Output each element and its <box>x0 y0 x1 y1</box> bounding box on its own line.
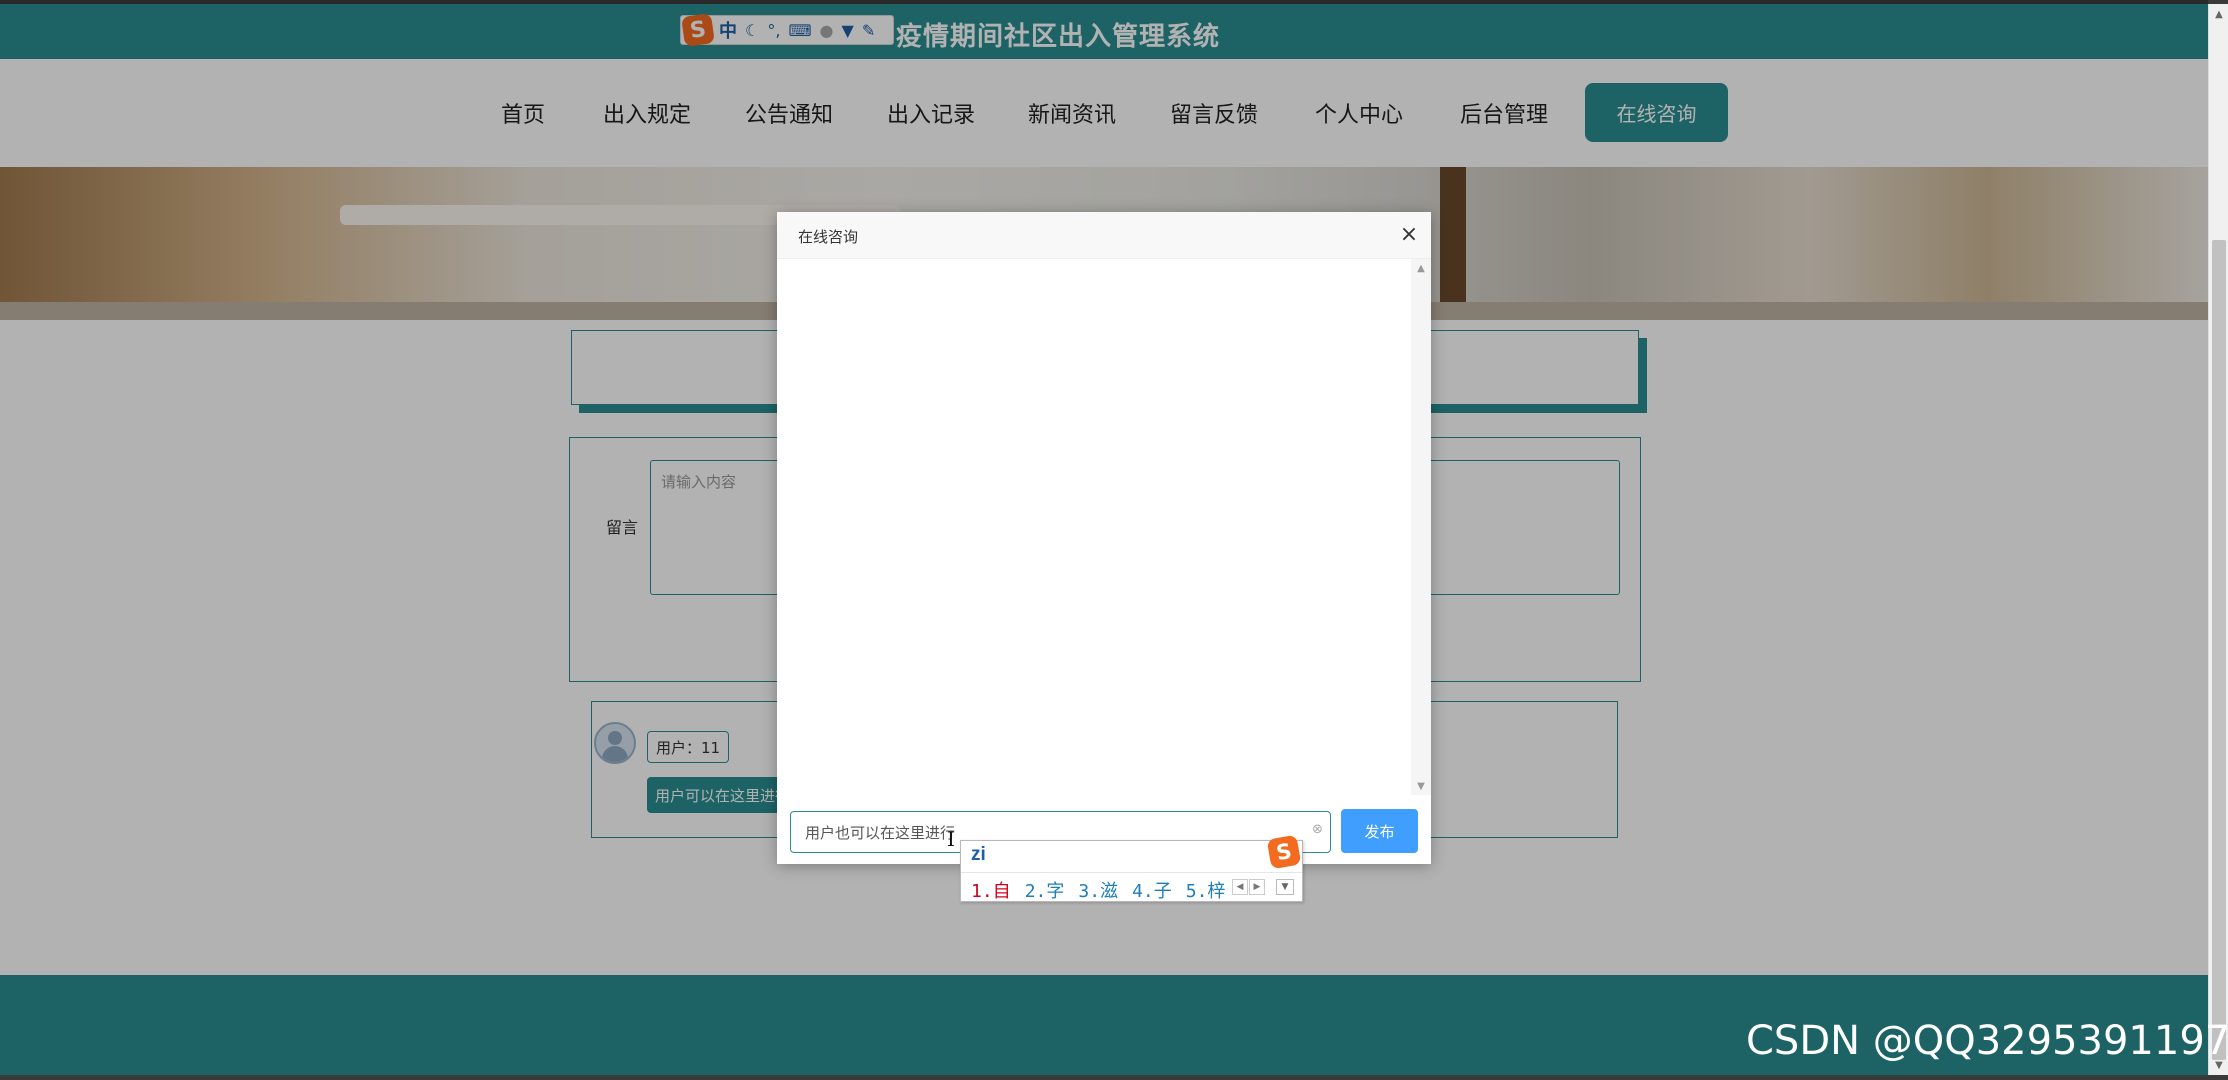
window-bottom-edge <box>0 1075 2228 1080</box>
ime-candidate[interactable]: 3.滋 <box>1078 877 1118 903</box>
ime-divider <box>961 872 1302 873</box>
publish-button[interactable]: 发布 <box>1341 809 1418 853</box>
page-scrollbar[interactable]: ▲ ▼ <box>2208 4 2228 1075</box>
csdn-watermark: CSDN @QQ3295391197 <box>1746 1018 2228 1064</box>
scroll-up-arrow-icon[interactable]: ▲ <box>2209 4 2228 24</box>
chat-scroll-down-icon[interactable]: ▼ <box>1411 777 1431 795</box>
dialog-header: 在线咨询 × <box>777 212 1431 259</box>
chat-scrollbar[interactable]: ▲ ▼ <box>1411 259 1431 795</box>
scrollbar-thumb[interactable] <box>2212 240 2226 1060</box>
online-consult-dialog: 在线咨询 × ▲ ▼ 用户也可以在这里进行 ⊗ 发布 <box>777 212 1431 864</box>
dialog-title: 在线咨询 <box>798 228 859 246</box>
ime-candidate-list: 1.自 2.字 3.滋 4.子 5.梓 <box>971 877 1239 903</box>
ime-candidate[interactable]: 4.子 <box>1132 877 1172 903</box>
sogou-skin-icon: S <box>1266 834 1302 870</box>
close-icon[interactable]: × <box>1395 220 1423 248</box>
prev-page-icon[interactable]: ◀ <box>1232 879 1248 895</box>
ime-pager: ◀ ▶ <box>1232 879 1266 895</box>
ime-candidate[interactable]: 2.字 <box>1025 877 1065 903</box>
expand-candidates-icon[interactable]: ▼ <box>1276 879 1294 895</box>
next-page-icon[interactable]: ▶ <box>1249 879 1265 895</box>
chat-messages-area[interactable] <box>777 259 1411 795</box>
ime-pinyin-composition: zi <box>971 844 986 865</box>
ime-candidate[interactable]: 5.梓 <box>1186 877 1226 903</box>
text-cursor-icon: I <box>947 827 955 851</box>
clear-input-icon[interactable]: ⊗ <box>1312 822 1323 837</box>
ime-candidate-window[interactable]: zi S 1.自 2.字 3.滋 4.子 5.梓 ◀ ▶ ▼ <box>960 834 1303 903</box>
chat-input-value: 用户也可以在这里进行 <box>805 823 956 842</box>
ime-candidate[interactable]: 1.自 <box>971 877 1011 903</box>
chat-scroll-up-icon[interactable]: ▲ <box>1411 259 1431 277</box>
